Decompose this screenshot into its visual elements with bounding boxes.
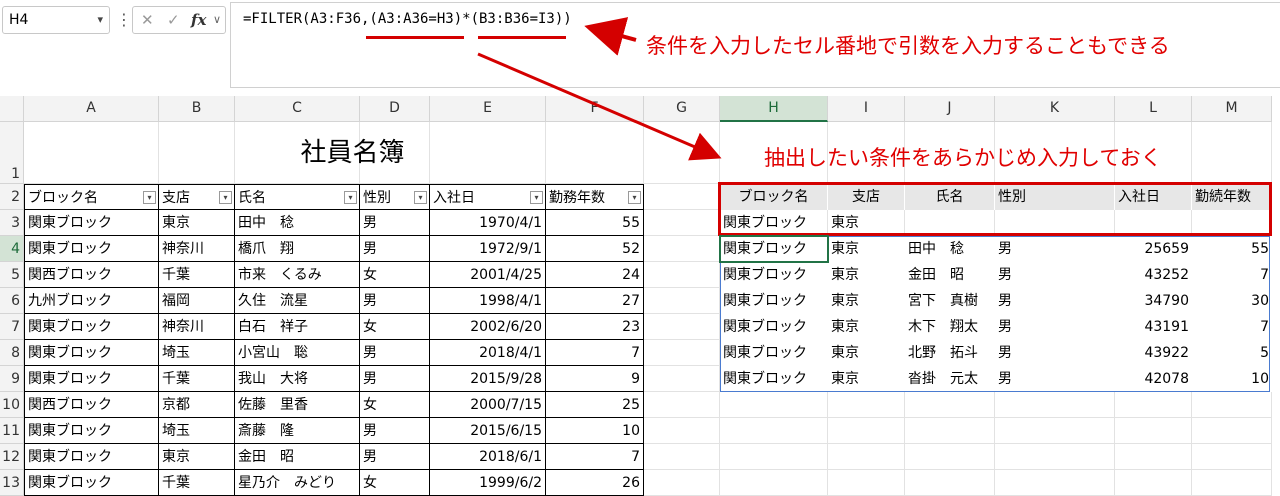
- arrow-to-formula: [584, 17, 637, 56]
- arrow-to-criteria: [477, 52, 722, 161]
- annotation-arrows: [477, 17, 722, 161]
